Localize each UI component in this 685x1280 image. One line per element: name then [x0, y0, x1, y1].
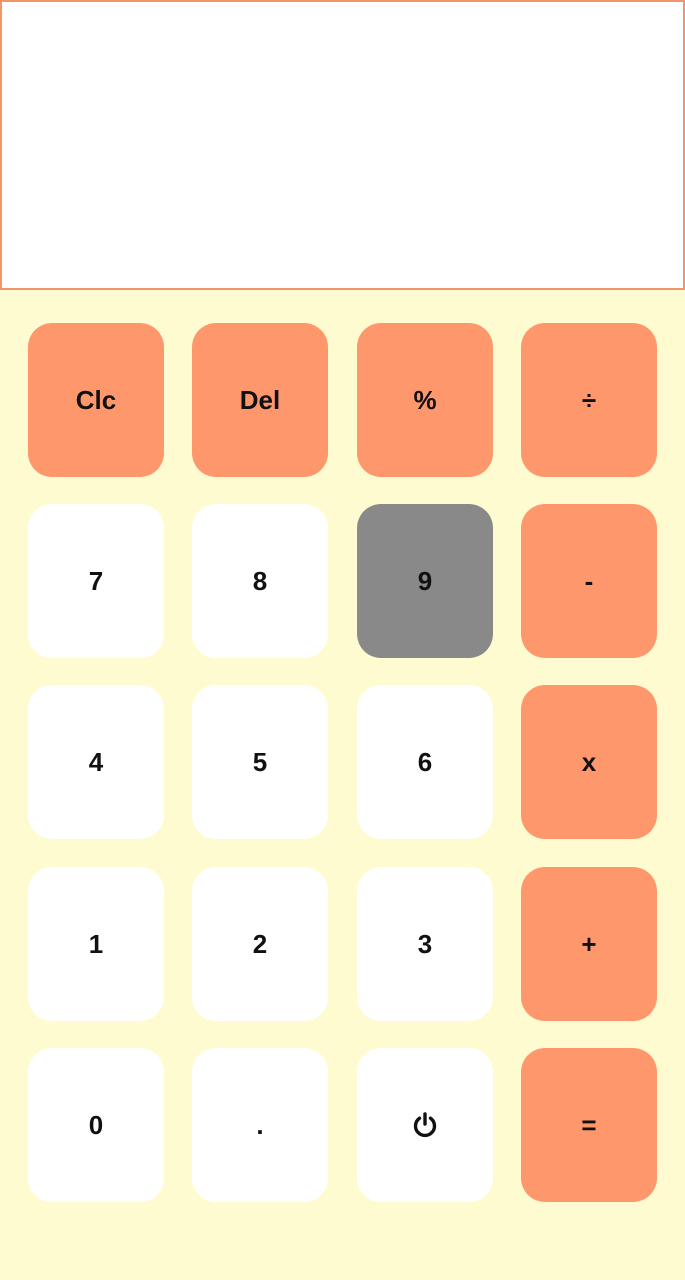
decimal-button[interactable]: .: [192, 1048, 328, 1202]
clear-button-label: Clc: [75, 384, 117, 415]
power-button[interactable]: [357, 1048, 493, 1202]
digit-7-label: 7: [88, 565, 104, 596]
digit-8-button[interactable]: 8: [192, 504, 328, 658]
minus-button-label: -: [584, 565, 594, 596]
power-icon: [411, 1111, 439, 1139]
delete-button[interactable]: Del: [192, 323, 328, 477]
calculator-display: [0, 0, 685, 290]
digit-5-button[interactable]: 5: [192, 685, 328, 839]
plus-button-label: +: [581, 928, 597, 959]
plus-button[interactable]: +: [521, 867, 657, 1021]
minus-button[interactable]: -: [521, 504, 657, 658]
equals-button-label: =: [581, 1109, 597, 1140]
clear-button[interactable]: Clc: [28, 323, 164, 477]
digit-9-label: 9: [417, 565, 433, 596]
multiply-button-label: x: [581, 746, 597, 777]
equals-button[interactable]: =: [521, 1048, 657, 1202]
digit-9-button[interactable]: 9: [357, 504, 493, 658]
digit-2-button[interactable]: 2: [192, 867, 328, 1021]
digit-6-label: 6: [417, 746, 433, 777]
keypad: Clc Del % ÷ 7 8 9 - 4 5 6 x 1 2 3 + 0 . …: [0, 290, 685, 1280]
digit-3-label: 3: [417, 928, 433, 959]
digit-4-label: 4: [88, 746, 104, 777]
digit-0-button[interactable]: 0: [28, 1048, 164, 1202]
decimal-button-label: .: [256, 1109, 264, 1140]
divide-button[interactable]: ÷: [521, 323, 657, 477]
percent-button-label: %: [413, 384, 437, 415]
digit-5-label: 5: [252, 746, 268, 777]
multiply-button[interactable]: x: [521, 685, 657, 839]
digit-0-label: 0: [88, 1109, 104, 1140]
digit-8-label: 8: [252, 565, 268, 596]
digit-1-label: 1: [88, 928, 104, 959]
divide-button-label: ÷: [581, 384, 597, 415]
digit-3-button[interactable]: 3: [357, 867, 493, 1021]
digit-1-button[interactable]: 1: [28, 867, 164, 1021]
digit-7-button[interactable]: 7: [28, 504, 164, 658]
percent-button[interactable]: %: [357, 323, 493, 477]
digit-2-label: 2: [252, 928, 268, 959]
digit-6-button[interactable]: 6: [357, 685, 493, 839]
digit-4-button[interactable]: 4: [28, 685, 164, 839]
delete-button-label: Del: [239, 384, 281, 415]
